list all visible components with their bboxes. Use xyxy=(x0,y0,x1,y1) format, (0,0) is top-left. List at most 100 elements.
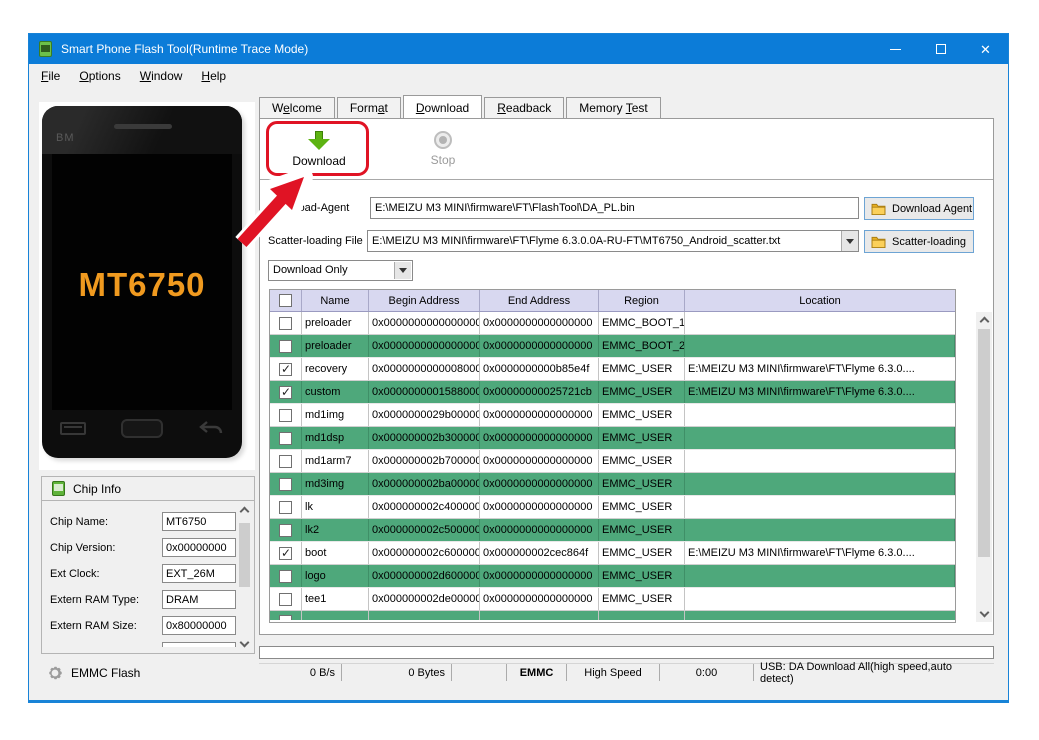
row-checkbox[interactable] xyxy=(279,408,292,422)
scatter-loading-button[interactable]: Scatter-loading xyxy=(864,230,974,253)
cell-region: EMMC_USER xyxy=(599,427,685,449)
download-agent-button[interactable]: Download Agent xyxy=(864,197,974,220)
ram-size-field[interactable] xyxy=(162,616,236,635)
status-speed: 0 B/s xyxy=(259,664,342,681)
row-checkbox[interactable] xyxy=(279,500,292,514)
cell-begin: 0x000000002c400000 xyxy=(369,496,480,518)
table-row[interactable]: md1arm7 0x000000002b700000 0x00000000000… xyxy=(270,450,955,473)
table-row[interactable]: md1img 0x0000000029b00000 0x000000000000… xyxy=(270,404,955,427)
scroll-up-icon[interactable] xyxy=(239,506,250,517)
menu-options[interactable]: Options xyxy=(72,69,127,83)
chip-version-field[interactable] xyxy=(162,538,236,557)
row-checkbox[interactable] xyxy=(279,569,292,583)
close-button[interactable]: ✕ xyxy=(963,34,1008,64)
table-scrollbar[interactable] xyxy=(976,312,992,622)
cell-begin: 0x0000000001588000 xyxy=(369,381,480,403)
scroll-down-icon[interactable] xyxy=(239,637,250,648)
header-end-address[interactable]: End Address xyxy=(480,290,599,311)
table-scroll-up-icon[interactable] xyxy=(979,316,989,327)
ext-clock-field[interactable] xyxy=(162,564,236,583)
tab-readback[interactable]: Readback xyxy=(484,97,565,118)
ram-size-label: Extern RAM Size: xyxy=(50,619,137,632)
cell-end: 0x0000000000000000 xyxy=(480,404,599,426)
progress-bar xyxy=(259,646,994,659)
tab-format[interactable]: Format xyxy=(336,97,401,118)
table-row[interactable]: lk2 0x000000002c500000 0x000000000000000… xyxy=(270,519,955,542)
row-checkbox[interactable] xyxy=(279,523,292,537)
row-checkbox[interactable] xyxy=(279,385,292,399)
status-empty xyxy=(452,664,507,681)
chip-name-field[interactable] xyxy=(162,512,236,531)
table-row[interactable]: logo 0x000000002d600000 0x00000000000000… xyxy=(270,565,955,588)
cell-location xyxy=(685,427,955,449)
table-row[interactable]: boot 0x000000002c600000 0x000000002cec86… xyxy=(270,542,955,565)
download-button[interactable]: Download xyxy=(274,126,364,172)
scatter-dropdown-icon[interactable] xyxy=(841,231,858,251)
scatter-file-input[interactable] xyxy=(367,230,859,252)
table-row[interactable]: preloader 0x0000000000000000 0x000000000… xyxy=(270,312,955,335)
status-usb-mode: USB: DA Download All(high speed,auto det… xyxy=(760,660,953,685)
cell-name: logo xyxy=(302,565,369,587)
maximize-button[interactable] xyxy=(918,34,963,64)
table-row[interactable]: custom 0x0000000001588000 0x000000000257… xyxy=(270,381,955,404)
header-location[interactable]: Location xyxy=(685,290,955,311)
cell-begin: 0x000000002c600000 xyxy=(369,542,480,564)
tab-welcome[interactable]: Welcome xyxy=(259,97,335,118)
cell-end: 0x00000000025721cb xyxy=(480,381,599,403)
flash-mode-select[interactable]: Download Only xyxy=(268,260,413,281)
menu-window[interactable]: Window xyxy=(133,69,190,83)
tab-memory-test[interactable]: Memory Test xyxy=(566,97,661,118)
row-checkbox[interactable] xyxy=(279,431,292,445)
cell-location xyxy=(685,588,955,610)
cell-location xyxy=(685,335,955,357)
cell-begin: 0x0000000029b00000 xyxy=(369,404,480,426)
stop-button[interactable]: Stop xyxy=(408,126,478,172)
chip-info-scrollbar[interactable] xyxy=(236,502,253,652)
row-checkbox[interactable] xyxy=(279,546,292,560)
row-checkbox[interactable] xyxy=(279,316,292,330)
row-checkbox[interactable] xyxy=(279,362,292,376)
cell-name: lk xyxy=(302,496,369,518)
download-agent-row: Download-Agent Download Agent xyxy=(260,197,993,220)
cell-begin: 0x000000002d600000 xyxy=(369,565,480,587)
app-icon xyxy=(39,41,52,57)
row-checkbox[interactable] xyxy=(279,592,292,606)
table-row[interactable]: tee1 0x000000002de00000 0x00000000000000… xyxy=(270,588,955,611)
table-scroll-down-icon[interactable] xyxy=(979,607,989,618)
select-all-checkbox[interactable] xyxy=(279,294,292,307)
folder-icon xyxy=(871,236,886,248)
ext-clock-label: Ext Clock: xyxy=(50,567,100,580)
cell-end: 0x0000000000000000 xyxy=(480,473,599,495)
app-window: Smart Phone Flash Tool(Runtime Trace Mod… xyxy=(28,33,1009,703)
download-agent-input[interactable] xyxy=(370,197,859,219)
table-row[interactable]: md3img 0x000000002ba00000 0x000000000000… xyxy=(270,473,955,496)
table-header: Name Begin Address End Address Region Lo… xyxy=(270,290,955,312)
cell-begin: 0x0000000000000000 xyxy=(369,312,480,334)
tab-download[interactable]: Download xyxy=(402,95,483,118)
scroll-thumb[interactable] xyxy=(239,523,250,587)
download-button-label: Download xyxy=(292,153,346,168)
cell-begin: 0x000000002ba00000 xyxy=(369,473,480,495)
row-checkbox[interactable] xyxy=(279,454,292,468)
header-region[interactable]: Region xyxy=(599,290,685,311)
table-row[interactable]: md1dsp 0x000000002b300000 0x000000000000… xyxy=(270,427,955,450)
table-row[interactable]: preloader 0x0000000000000000 0x000000000… xyxy=(270,335,955,358)
ram-type-field[interactable] xyxy=(162,590,236,609)
stop-icon xyxy=(434,131,452,149)
flash-mode-dropdown-icon[interactable] xyxy=(394,262,411,279)
table-scroll-thumb[interactable] xyxy=(978,329,990,557)
menu-file[interactable]: File xyxy=(34,69,67,83)
phone-earpiece xyxy=(114,124,172,129)
menu-help[interactable]: Help xyxy=(194,69,233,83)
cell-name: md1dsp xyxy=(302,427,369,449)
row-checkbox[interactable] xyxy=(279,477,292,491)
header-name[interactable]: Name xyxy=(302,290,369,311)
header-begin-address[interactable]: Begin Address xyxy=(369,290,480,311)
row-checkbox[interactable] xyxy=(279,339,292,353)
minimize-button[interactable] xyxy=(873,34,918,64)
table-row[interactable]: recovery 0x0000000000008000 0x0000000000… xyxy=(270,358,955,381)
status-storage: EMMC xyxy=(507,664,567,681)
table-row[interactable]: lk 0x000000002c400000 0x0000000000000000… xyxy=(270,496,955,519)
maximize-icon xyxy=(935,44,946,54)
cell-begin: 0x0000000000008000 xyxy=(369,358,480,380)
